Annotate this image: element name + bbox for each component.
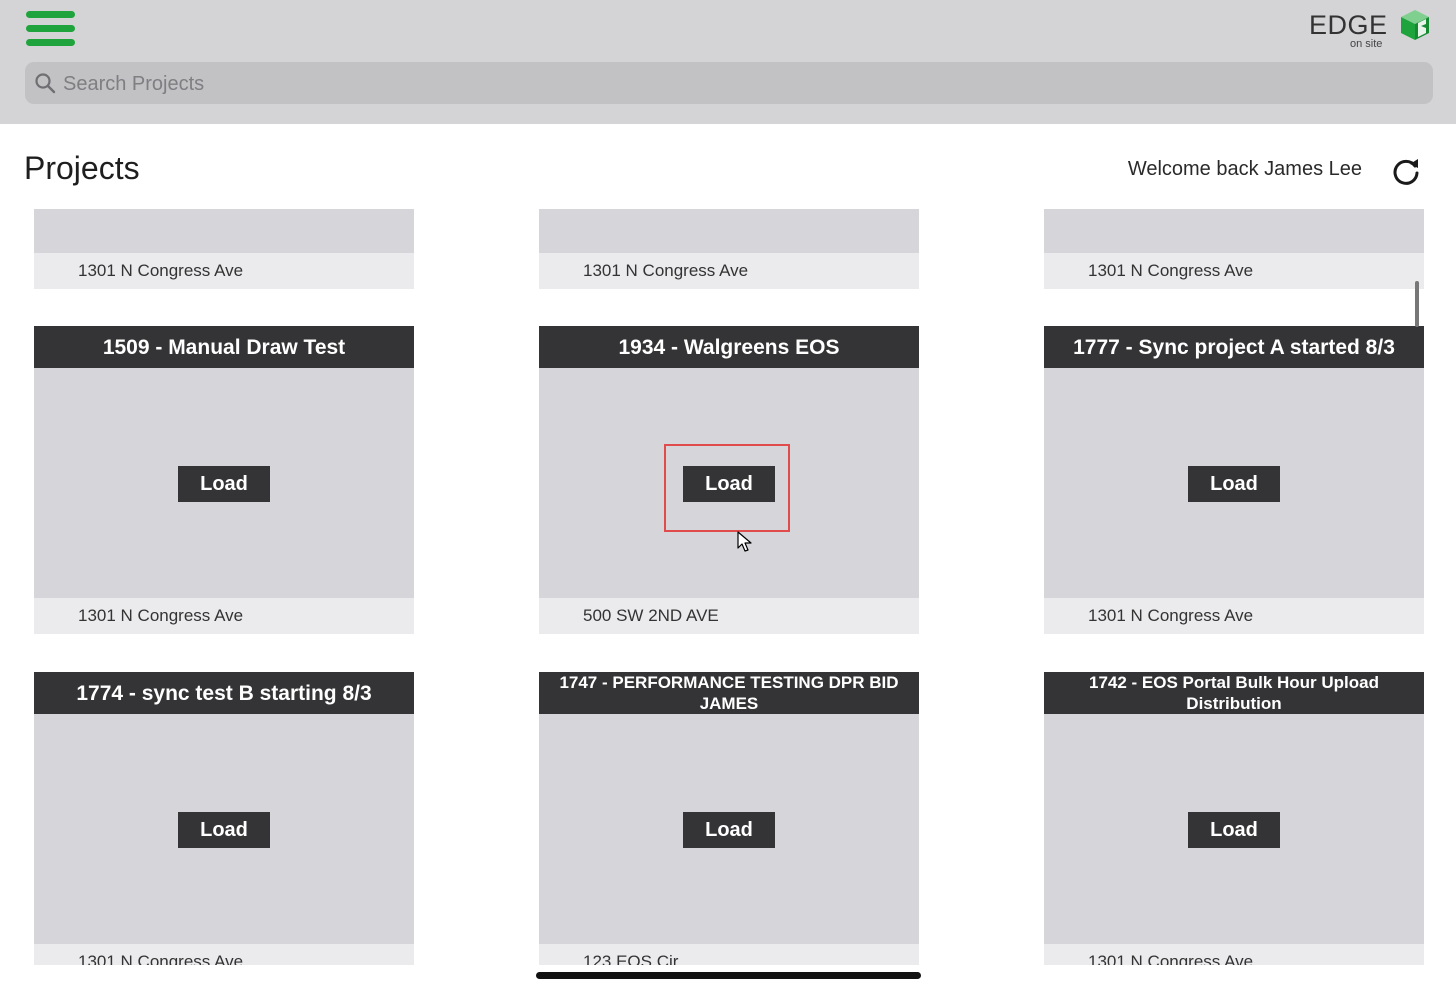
project-address: 1301 N Congress Ave bbox=[1044, 944, 1424, 965]
project-card[interactable]: 1301 N Congress Ave bbox=[539, 209, 919, 289]
project-address: 1301 N Congress Ave bbox=[34, 598, 414, 634]
projects-grid: 1301 N Congress Ave 1301 N Congress Ave … bbox=[0, 209, 1456, 965]
project-address: 1301 N Congress Ave bbox=[539, 253, 919, 289]
project-title: 1934 - Walgreens EOS bbox=[539, 326, 919, 368]
card-thumbnail bbox=[539, 209, 919, 253]
load-button[interactable]: Load bbox=[178, 812, 270, 848]
project-title: 1747 - PERFORMANCE TESTING DPR BID JAMES bbox=[539, 672, 919, 714]
project-title: 1742 - EOS Portal Bulk Hour Upload Distr… bbox=[1044, 672, 1424, 714]
load-button[interactable]: Load bbox=[178, 466, 270, 502]
menu-bar bbox=[26, 39, 75, 46]
load-button[interactable]: Load bbox=[683, 466, 775, 502]
project-card[interactable]: 1509 - Manual Draw Test Load 1301 N Cong… bbox=[34, 326, 414, 634]
search-icon bbox=[35, 73, 56, 94]
mouse-cursor-icon bbox=[737, 531, 752, 552]
project-title: 1774 - sync test B starting 8/3 bbox=[34, 672, 414, 714]
load-button[interactable]: Load bbox=[1188, 466, 1280, 502]
project-card[interactable]: 1747 - PERFORMANCE TESTING DPR BID JAMES… bbox=[539, 672, 919, 965]
home-indicator[interactable] bbox=[536, 972, 921, 979]
card-thumbnail bbox=[1044, 209, 1424, 253]
edge-logo: EDGE on site bbox=[1304, 8, 1434, 54]
project-address: 1301 N Congress Ave bbox=[34, 253, 414, 289]
project-card[interactable]: 1301 N Congress Ave bbox=[34, 209, 414, 289]
welcome-message: Welcome back James Lee bbox=[1127, 158, 1362, 180]
card-thumbnail bbox=[34, 209, 414, 253]
project-address: 123 EOS Cir bbox=[539, 944, 919, 965]
menu-icon[interactable] bbox=[26, 11, 76, 47]
project-address: 1301 N Congress Ave bbox=[34, 944, 414, 965]
logo-subtext: on site bbox=[1350, 38, 1383, 50]
project-card[interactable]: 1301 N Congress Ave bbox=[1044, 209, 1424, 289]
page-title: Projects bbox=[24, 150, 140, 186]
top-bar: EDGE on site bbox=[0, 0, 1456, 124]
project-card[interactable]: 1742 - EOS Portal Bulk Hour Upload Distr… bbox=[1044, 672, 1424, 965]
search-input[interactable] bbox=[61, 62, 1425, 106]
project-address: 1301 N Congress Ave bbox=[1044, 598, 1424, 634]
project-card[interactable]: 1934 - Walgreens EOS Load 500 SW 2ND AVE bbox=[539, 326, 919, 634]
project-title: 1509 - Manual Draw Test bbox=[34, 326, 414, 368]
project-card[interactable]: 1774 - sync test B starting 8/3 Load 130… bbox=[34, 672, 414, 965]
load-button[interactable]: Load bbox=[683, 812, 775, 848]
scrollbar[interactable] bbox=[1415, 281, 1419, 327]
load-button[interactable]: Load bbox=[1188, 812, 1280, 848]
menu-bar bbox=[26, 11, 75, 18]
refresh-icon[interactable] bbox=[1390, 155, 1422, 187]
cube-logo-icon bbox=[1401, 10, 1429, 40]
menu-bar bbox=[26, 25, 75, 32]
project-title: 1777 - Sync project A started 8/3 bbox=[1044, 326, 1424, 368]
logo-text: EDGE bbox=[1309, 10, 1388, 40]
project-address: 500 SW 2ND AVE bbox=[539, 598, 919, 634]
search-bar[interactable] bbox=[25, 62, 1433, 106]
project-card[interactable]: 1777 - Sync project A started 8/3 Load 1… bbox=[1044, 326, 1424, 634]
project-address: 1301 N Congress Ave bbox=[1044, 253, 1424, 289]
